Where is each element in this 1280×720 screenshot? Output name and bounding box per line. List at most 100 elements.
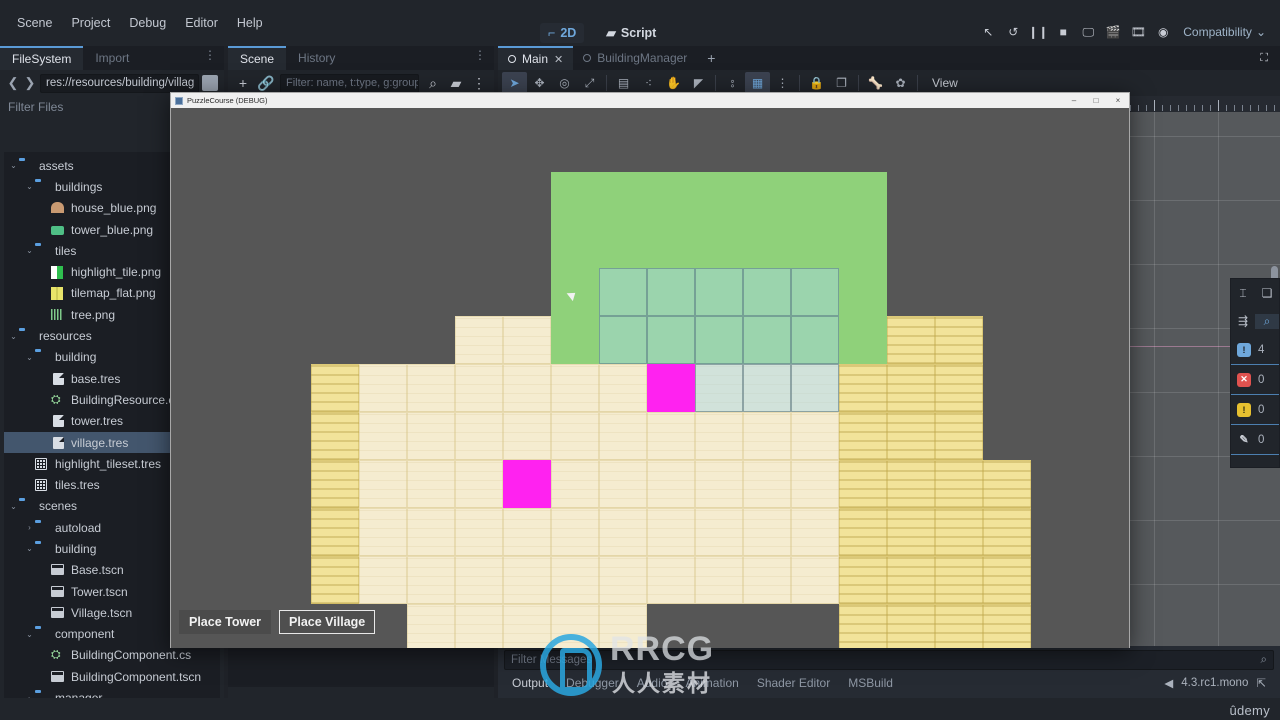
tab-history[interactable]: History [286,46,347,70]
counter-info[interactable]: ! 4 [1231,335,1279,365]
group-icon[interactable]: ❐ [829,72,854,94]
place-tower-button[interactable]: Place Tower [179,610,272,634]
pause-icon[interactable]: ❙❙ [1027,22,1049,42]
nav-back-icon[interactable]: ❮ [6,75,20,91]
collapse-icon[interactable]: ◀ [1164,676,1173,690]
ruler-tick [1218,100,1219,111]
list-mode-icon[interactable]: ▤ [611,72,636,94]
select-mode-icon[interactable]: ➤ [502,72,527,94]
scene-extra-icon[interactable]: ▰ [447,75,465,92]
chevron-down-icon[interactable]: ⌄ [24,246,35,255]
close-icon[interactable]: × [1107,93,1129,108]
run-project-icon[interactable]: ↖ [977,22,999,42]
filesystem-path[interactable]: res://resources/building/villag [40,73,199,93]
bottom-tab-audio[interactable]: Audio [637,676,668,690]
minimize-icon[interactable]: – [1063,93,1085,108]
tree-order-icon[interactable]: ⇶ [1231,314,1255,328]
close-icon[interactable]: ✕ [554,53,563,66]
scale-mode-icon[interactable]: ⤢ [577,72,602,94]
place-village-button[interactable]: Place Village [279,610,376,634]
game-canvas[interactable]: Place Tower Place Village [171,108,1129,648]
dock-menu-icon[interactable]: ⋮ [196,46,224,70]
scene-options-icon[interactable]: ⋮ [470,75,488,92]
pointer-icon[interactable]: ◤ [686,72,711,94]
reload-icon[interactable]: ↺ [1002,22,1024,42]
bottom-tab-animation[interactable]: Animation [685,676,738,690]
game-window[interactable]: PuzzleCourse (DEBUG) – □ × Place Tower P… [170,92,1130,648]
pan-mode-icon[interactable]: ✋ [661,72,686,94]
move-mode-icon[interactable]: ✥ [527,72,552,94]
tab-import[interactable]: Import [83,46,141,70]
nav-forward-icon[interactable]: ❯ [23,75,37,91]
chevron-down-icon[interactable]: ⌄ [8,502,19,511]
movie-play-icon[interactable]: 🎬 [1102,22,1124,42]
chevron-down-icon[interactable]: ⌄ [24,353,35,362]
stop-icon[interactable]: ■ [1052,22,1074,42]
chevron-down-icon[interactable]: ⌄ [8,161,19,170]
search-icon[interactable]: ⌕ [1261,654,1267,667]
tab-filesystem[interactable]: FileSystem [0,46,84,70]
ruler-mode-icon[interactable]: ⁖ [636,72,661,94]
instance-scene-icon[interactable]: 🔗 [257,75,275,92]
menu-editor[interactable]: Editor [176,11,227,35]
sand-light-tile [359,460,407,508]
scene-filter-input[interactable]: Filter: name, t:type, g:group [280,73,419,93]
counter-warning[interactable]: ! 0 [1231,395,1279,425]
tree-file-row[interactable]: BuildingComponent.tscn [4,666,220,687]
scene-dock-menu-icon[interactable]: ⋮ [466,46,494,70]
chevron-down-icon[interactable]: ⌄ [24,544,35,553]
menu-debug[interactable]: Debug [120,11,175,35]
search-icon[interactable]: ⌕ [424,75,442,92]
add-node-icon[interactable]: + [234,75,252,91]
sand-light-tile [743,412,791,460]
distraction-free-icon[interactable]: ⛶ [1248,46,1280,70]
add-scene-tab-icon[interactable]: + [697,46,725,70]
expand-bottom-icon[interactable]: ⇱ [1256,676,1266,690]
chevron-down-icon[interactable]: ⌄ [8,332,19,341]
menu-help[interactable]: Help [228,11,272,35]
remote-debug-icon[interactable]: 🖵 [1077,22,1099,42]
scene-tab-main[interactable]: Main ✕ [498,46,574,70]
grid-snap-icon[interactable]: ▦ [745,72,770,94]
snap-options-icon[interactable]: ⋮ [770,72,795,94]
copy-icon[interactable]: ❏ [1255,286,1279,300]
scene-tab-buildingmanager[interactable]: BuildingManager [573,46,697,70]
counter-error[interactable]: ✕ 0 [1231,365,1279,395]
lock-icon[interactable]: 🔒 [804,72,829,94]
chevron-right-icon[interactable]: › [24,523,35,532]
sand-dark-tile [839,412,887,460]
rotate-mode-icon[interactable]: ◎ [552,72,577,94]
game-window-titlebar[interactable]: PuzzleCourse (DEBUG) – □ × [171,93,1129,108]
selected-tile[interactable] [503,460,551,508]
mode-button-2d[interactable]: ⌐ 2D [540,22,585,43]
sand-light-tile [743,556,791,604]
sand-dark-tile [935,460,983,508]
bone-icon[interactable]: 🦴 [863,72,888,94]
bottom-tab-debugger[interactable]: Debugger [566,676,619,690]
renderer-selector[interactable]: Compatibility ⌄ [1177,23,1272,41]
movie-stop-icon[interactable]: 🎞 [1127,22,1149,42]
view-menu-button[interactable]: View [922,76,968,90]
chevron-down-icon[interactable]: ⌄ [24,182,35,191]
skeleton-icon[interactable]: ✿ [888,72,913,94]
selected-tile[interactable] [647,364,695,412]
maximize-icon[interactable]: □ [1085,93,1107,108]
menu-scene[interactable]: Scene [8,11,61,35]
game-camera-icon[interactable]: ◉ [1152,22,1174,42]
paint-icon[interactable]: ⌶ [1231,286,1255,301]
bottom-tab-shader-editor[interactable]: Shader Editor [757,676,830,690]
menu-project[interactable]: Project [62,11,119,35]
sand-light-tile [599,508,647,556]
run-toolbar: ↖ ↺ ❙❙ ■ 🖵 🎬 🎞 ◉ Compatibility ⌄ [977,22,1272,42]
toggle-split-icon[interactable] [202,75,218,91]
filter-messages-input[interactable]: Filter Messages ⌕ [504,650,1274,670]
bottom-tab-output[interactable]: Output [512,676,548,690]
snap-icon[interactable]: ⦂ [720,72,745,94]
mode-button-script[interactable]: ▰ Script [598,22,664,43]
bottom-tab-msbuild[interactable]: MSBuild [848,676,893,690]
tree-file-row[interactable]: ⛭ BuildingComponent.cs [4,645,220,666]
tab-scene[interactable]: Scene [228,46,287,70]
search-icon[interactable]: ⌕ [1255,313,1279,329]
counter-edit[interactable]: ✎ 0 [1231,425,1279,455]
chevron-down-icon[interactable]: ⌄ [24,630,35,639]
